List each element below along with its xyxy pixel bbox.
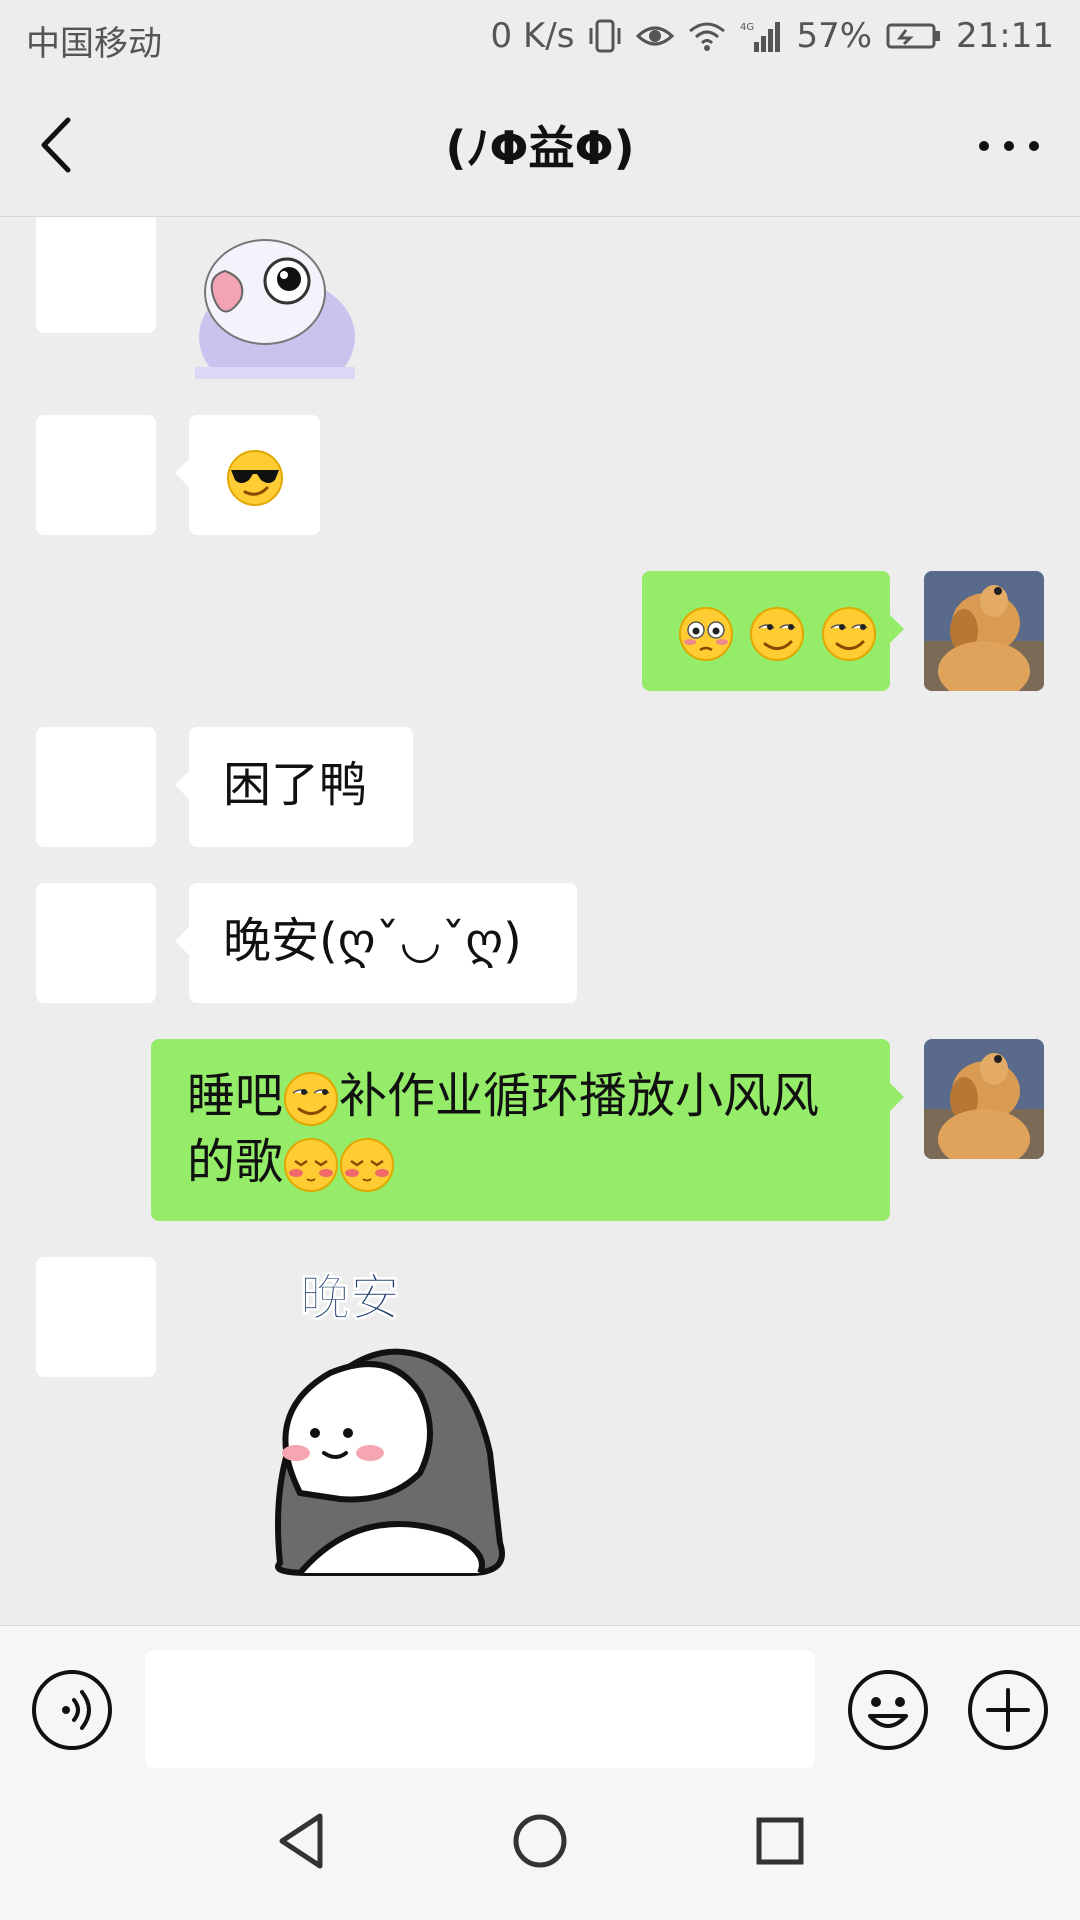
triangle-back-icon [279, 1813, 323, 1869]
blushing-sleepy-emoji-icon [340, 1138, 395, 1192]
battery-icon [886, 22, 942, 50]
carrier-name: 中国移动 [26, 24, 162, 64]
more-functions-button[interactable] [966, 1668, 1050, 1752]
message-list[interactable]: 困了鸭 晚安(ღˇ◡ˇღ) 睡吧 补作业循环播放小风风 的歌 晚安 [0, 217, 1080, 1625]
message-bubble-incoming[interactable] [175, 415, 320, 535]
chat-header: (ﾉΦ益Φ) [0, 74, 1080, 217]
sunglasses-emoji-icon [227, 450, 283, 506]
eye-icon [636, 22, 675, 50]
message-line: 的歌 [187, 1129, 890, 1195]
square-recents-icon [756, 1817, 804, 1865]
blushing-sleepy-emoji-icon [284, 1138, 339, 1192]
system-navigation-bar [0, 1776, 1080, 1920]
goodnight-sticker[interactable]: 晚安 [240, 1253, 530, 1593]
status-icons: 0 K/s 4G 57% 21:11 [491, 16, 1054, 56]
system-home-button[interactable] [505, 1806, 575, 1876]
chat-title: (ﾉΦ益Φ) [445, 121, 635, 175]
net-speed: 0 K/s [490, 16, 575, 56]
more-options-button[interactable] [974, 128, 1044, 164]
message-line: 睡吧 补作业循环播放小风风 [187, 1063, 890, 1129]
sticker-caption: 晚安 [300, 1269, 400, 1327]
parrot-sticker[interactable] [195, 237, 355, 397]
my-avatar[interactable] [924, 1039, 1044, 1159]
contact-avatar[interactable] [36, 1257, 156, 1377]
smirk-emoji-icon [821, 607, 876, 661]
flushed-emoji-icon [679, 607, 733, 661]
message-text: 睡吧 [187, 1068, 284, 1124]
voice-input-button[interactable] [30, 1668, 114, 1752]
emoji-button[interactable] [846, 1668, 930, 1752]
message-text: 补作业循环播放小风风 [339, 1068, 820, 1124]
message-bubble-incoming[interactable]: 晚安(ღˇ◡ˇღ) [175, 883, 577, 1003]
message-bubble-outgoing[interactable]: 睡吧 补作业循环播放小风风 的歌 [151, 1039, 904, 1221]
battery-percent: 57% [796, 16, 873, 56]
circle-home-icon [513, 1814, 567, 1868]
wifi-icon [688, 21, 726, 51]
my-avatar[interactable] [924, 571, 1044, 691]
clock: 21:11 [956, 16, 1054, 56]
voice-icon [32, 1670, 112, 1750]
message-text: 困了鸭 [223, 757, 368, 813]
message-bubble-incoming[interactable]: 困了鸭 [175, 727, 413, 847]
message-input[interactable] [145, 1650, 815, 1768]
contact-avatar[interactable] [36, 415, 156, 535]
status-bar: 中国移动 0 K/s 4G 57% 21:11 [0, 0, 1080, 74]
network-type: 4G [740, 22, 754, 33]
more-dots-icon [979, 141, 1039, 151]
plus-icon [968, 1670, 1048, 1750]
input-bar [0, 1625, 1080, 1776]
signal-icon: 4G [740, 20, 782, 52]
smirk-emoji-icon [284, 1072, 339, 1126]
smirk-emoji-icon [750, 607, 805, 661]
message-bubble-outgoing[interactable] [642, 571, 904, 691]
contact-avatar[interactable] [36, 727, 156, 847]
message-text: 晚安(ღˇ◡ˇღ) [223, 913, 522, 969]
system-recents-button[interactable] [745, 1806, 815, 1876]
contact-avatar[interactable] [36, 883, 156, 1003]
emoji-icon [848, 1670, 928, 1750]
contact-avatar[interactable] [36, 217, 156, 333]
vibrate-icon [588, 18, 622, 54]
message-text: 的歌 [187, 1134, 284, 1190]
system-back-button[interactable] [268, 1806, 338, 1876]
